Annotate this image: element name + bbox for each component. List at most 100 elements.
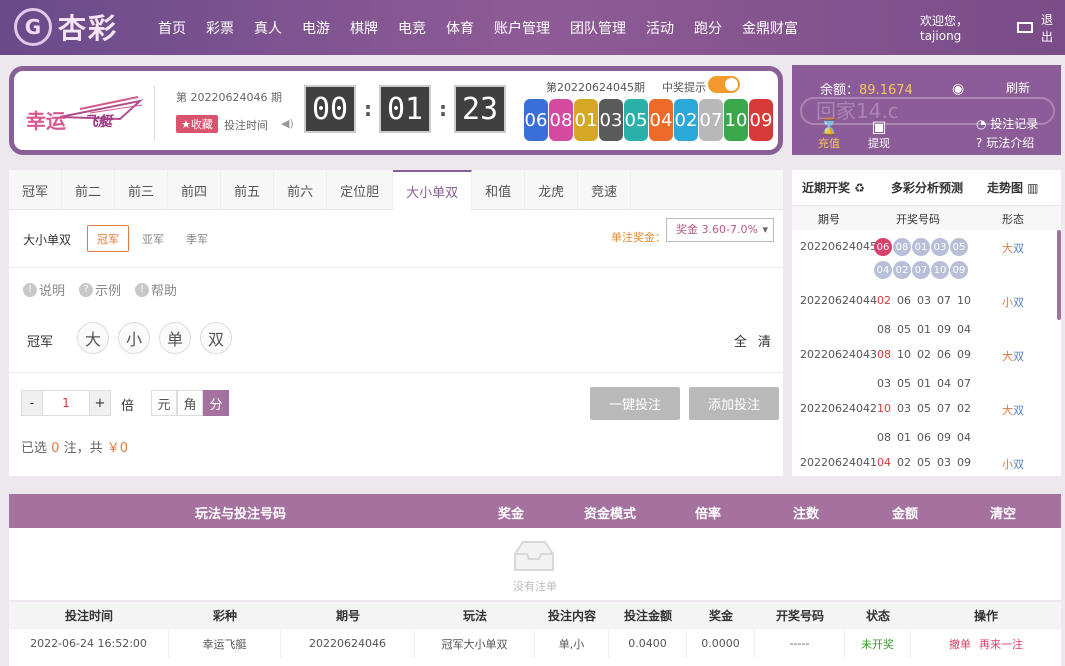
speaker-icon[interactable]: ◀) bbox=[281, 117, 294, 130]
draw-period: 20220624044 bbox=[800, 294, 877, 307]
bonus-select[interactable]: 奖金 3.60-7.0% bbox=[666, 218, 774, 242]
lottery-logo: 幸运 飞艇 bbox=[20, 79, 148, 141]
lottery-logo-line2: 飞艇 bbox=[84, 114, 112, 130]
draw-number: 04 bbox=[877, 456, 891, 469]
subtab-third[interactable]: 季军 bbox=[177, 225, 217, 252]
unit-jiao[interactable]: 角 bbox=[177, 390, 203, 416]
cart-col-bonus: 奖金 bbox=[498, 507, 525, 522]
prize-tip-toggle[interactable] bbox=[708, 76, 740, 93]
tab-dragon-tiger[interactable]: 龙虎 bbox=[525, 170, 579, 210]
draw-number: 10 bbox=[957, 294, 971, 307]
bet-cart: 玩法与投注号码 奖金 资金模式 倍率 注数 金额 清空 没有注单 bbox=[9, 494, 1061, 600]
nav-slots[interactable]: 电游 bbox=[302, 18, 330, 38]
tab-top2[interactable]: 前二 bbox=[62, 170, 116, 210]
option-even[interactable]: 双 bbox=[200, 322, 232, 354]
cart-col-play: 玩法与投注号码 bbox=[195, 507, 287, 522]
summary-count: 0 bbox=[51, 441, 60, 456]
nav-paofen[interactable]: 跑分 bbox=[694, 18, 722, 38]
tab-big-small-odd-even[interactable]: 大小单双 bbox=[393, 170, 473, 211]
draw-number: 08 bbox=[893, 238, 911, 256]
nav-cards[interactable]: 棋牌 bbox=[350, 18, 378, 38]
result-ball: 05 bbox=[624, 99, 648, 141]
tab-race[interactable]: 竞速 bbox=[578, 170, 632, 210]
nav-lottery[interactable]: 彩票 bbox=[206, 18, 234, 38]
nav-activity[interactable]: 活动 bbox=[646, 18, 674, 38]
order-bonus: 0.0000 bbox=[687, 629, 755, 658]
mail-icon[interactable] bbox=[1017, 22, 1034, 33]
recent-draws-tab[interactable]: 近期开奖 ♻ bbox=[802, 179, 865, 196]
subtab-runner-up[interactable]: 亚军 bbox=[133, 225, 173, 252]
play-intro-link[interactable]: ? 玩法介绍 bbox=[976, 134, 1034, 151]
option-small[interactable]: 小 bbox=[118, 322, 150, 354]
tab-top5[interactable]: 前五 bbox=[221, 170, 275, 210]
summary-amount: ￥0 bbox=[106, 441, 129, 456]
sub-play-title: 大小单双 bbox=[23, 233, 72, 247]
order-play: 冠军大小单双 bbox=[415, 629, 535, 658]
cart-col-count: 注数 bbox=[793, 507, 820, 522]
tab-top6[interactable]: 前六 bbox=[274, 170, 328, 210]
unit-fen[interactable]: 分 bbox=[203, 390, 229, 416]
bet-records-link[interactable]: ◔ 投注记录 bbox=[976, 115, 1038, 132]
explain-link[interactable]: ! 说明 bbox=[23, 280, 65, 299]
empty-box-icon bbox=[514, 541, 554, 571]
bet-again-link[interactable]: 再来一注 bbox=[979, 636, 1023, 652]
draw-number: 02 bbox=[957, 402, 971, 415]
tab-sum[interactable]: 和值 bbox=[472, 170, 526, 210]
col-form: 形态 bbox=[1002, 213, 1024, 226]
tab-top4[interactable]: 前四 bbox=[168, 170, 222, 210]
tab-top3[interactable]: 前三 bbox=[115, 170, 169, 210]
select-all-button[interactable]: 全 bbox=[734, 331, 747, 350]
recharge-button[interactable]: ⌛ 充值 bbox=[818, 117, 840, 151]
example-link[interactable]: ? 示例 bbox=[79, 280, 121, 299]
nav-team[interactable]: 团队管理 bbox=[570, 18, 626, 38]
add-bet-button[interactable]: 添加投注 bbox=[689, 387, 779, 420]
lottery-logo-line1: 幸运 bbox=[26, 109, 66, 133]
site-logo[interactable]: G 杏彩 bbox=[14, 8, 118, 46]
draw-number: 01 bbox=[917, 323, 931, 336]
tab-champion[interactable]: 冠军 bbox=[9, 170, 63, 210]
withdraw-label: 提现 bbox=[868, 137, 890, 150]
logout-link[interactable]: 退出 bbox=[1041, 11, 1065, 45]
nav-sports[interactable]: 体育 bbox=[446, 18, 474, 38]
nav-esports[interactable]: 电竞 bbox=[398, 18, 426, 38]
result-ball: 08 bbox=[549, 99, 573, 141]
favorite-button[interactable]: ★收藏 bbox=[176, 115, 218, 133]
option-big[interactable]: 大 bbox=[77, 322, 109, 354]
countdown-minutes: 01 bbox=[379, 85, 431, 133]
nav-home[interactable]: 首页 bbox=[158, 18, 186, 38]
hide-balance-icon[interactable]: ◉ bbox=[952, 81, 964, 97]
nav-wealth[interactable]: 金鼎财富 bbox=[742, 18, 798, 38]
refresh-button[interactable]: 刷新 bbox=[1006, 79, 1030, 96]
cancel-order-link[interactable]: 撤单 bbox=[949, 636, 971, 652]
scrollbar[interactable] bbox=[1057, 230, 1061, 320]
play-tabs: 冠军 前二 前三 前四 前五 前六 定位胆 大小单双 和值 龙虎 竞速 bbox=[9, 170, 783, 211]
draw-numbers: 08 10 02 06 09 03 05 01 04 07 bbox=[874, 348, 974, 406]
multiplier-input[interactable]: 1 bbox=[43, 390, 89, 416]
help-link[interactable]: ! 帮助 bbox=[135, 280, 177, 299]
col-lottery: 彩种 bbox=[212, 608, 237, 623]
draw-number: 05 bbox=[950, 238, 968, 256]
play-intro-label: 玩法介绍 bbox=[986, 136, 1035, 150]
draw-number: 05 bbox=[897, 323, 911, 336]
draw-number: 10 bbox=[897, 348, 911, 361]
nav-account[interactable]: 账户管理 bbox=[494, 18, 550, 38]
subtab-champion[interactable]: 冠军 bbox=[87, 225, 129, 252]
analysis-tab[interactable]: 多彩分析预测 bbox=[891, 179, 963, 196]
increase-button[interactable]: + bbox=[89, 390, 111, 416]
unit-yuan[interactable]: 元 bbox=[151, 390, 177, 416]
nav-live[interactable]: 真人 bbox=[254, 18, 282, 38]
option-odd[interactable]: 单 bbox=[159, 322, 191, 354]
col-amount: 投注金额 bbox=[623, 608, 672, 623]
decrease-button[interactable]: - bbox=[21, 390, 43, 416]
form-size: 小 bbox=[1002, 458, 1013, 471]
lottery-panel: 幸运 飞艇 第 20220624046 期 ★收藏 投注时间 ◀) 00 : 0… bbox=[9, 66, 783, 155]
clear-button[interactable]: 清 bbox=[758, 331, 771, 350]
trend-chart-tab[interactable]: 走势图 ▥ bbox=[987, 179, 1039, 196]
tab-position[interactable]: 定位胆 bbox=[327, 170, 394, 210]
cart-clear-button[interactable]: 清空 bbox=[990, 503, 1016, 522]
result-ball: 02 bbox=[674, 99, 698, 141]
draw-number: 09 bbox=[950, 261, 968, 279]
draw-form: 小双 bbox=[1002, 294, 1024, 310]
withdraw-button[interactable]: ▣ 提现 bbox=[868, 117, 890, 151]
quick-bet-button[interactable]: 一键投注 bbox=[590, 387, 680, 420]
